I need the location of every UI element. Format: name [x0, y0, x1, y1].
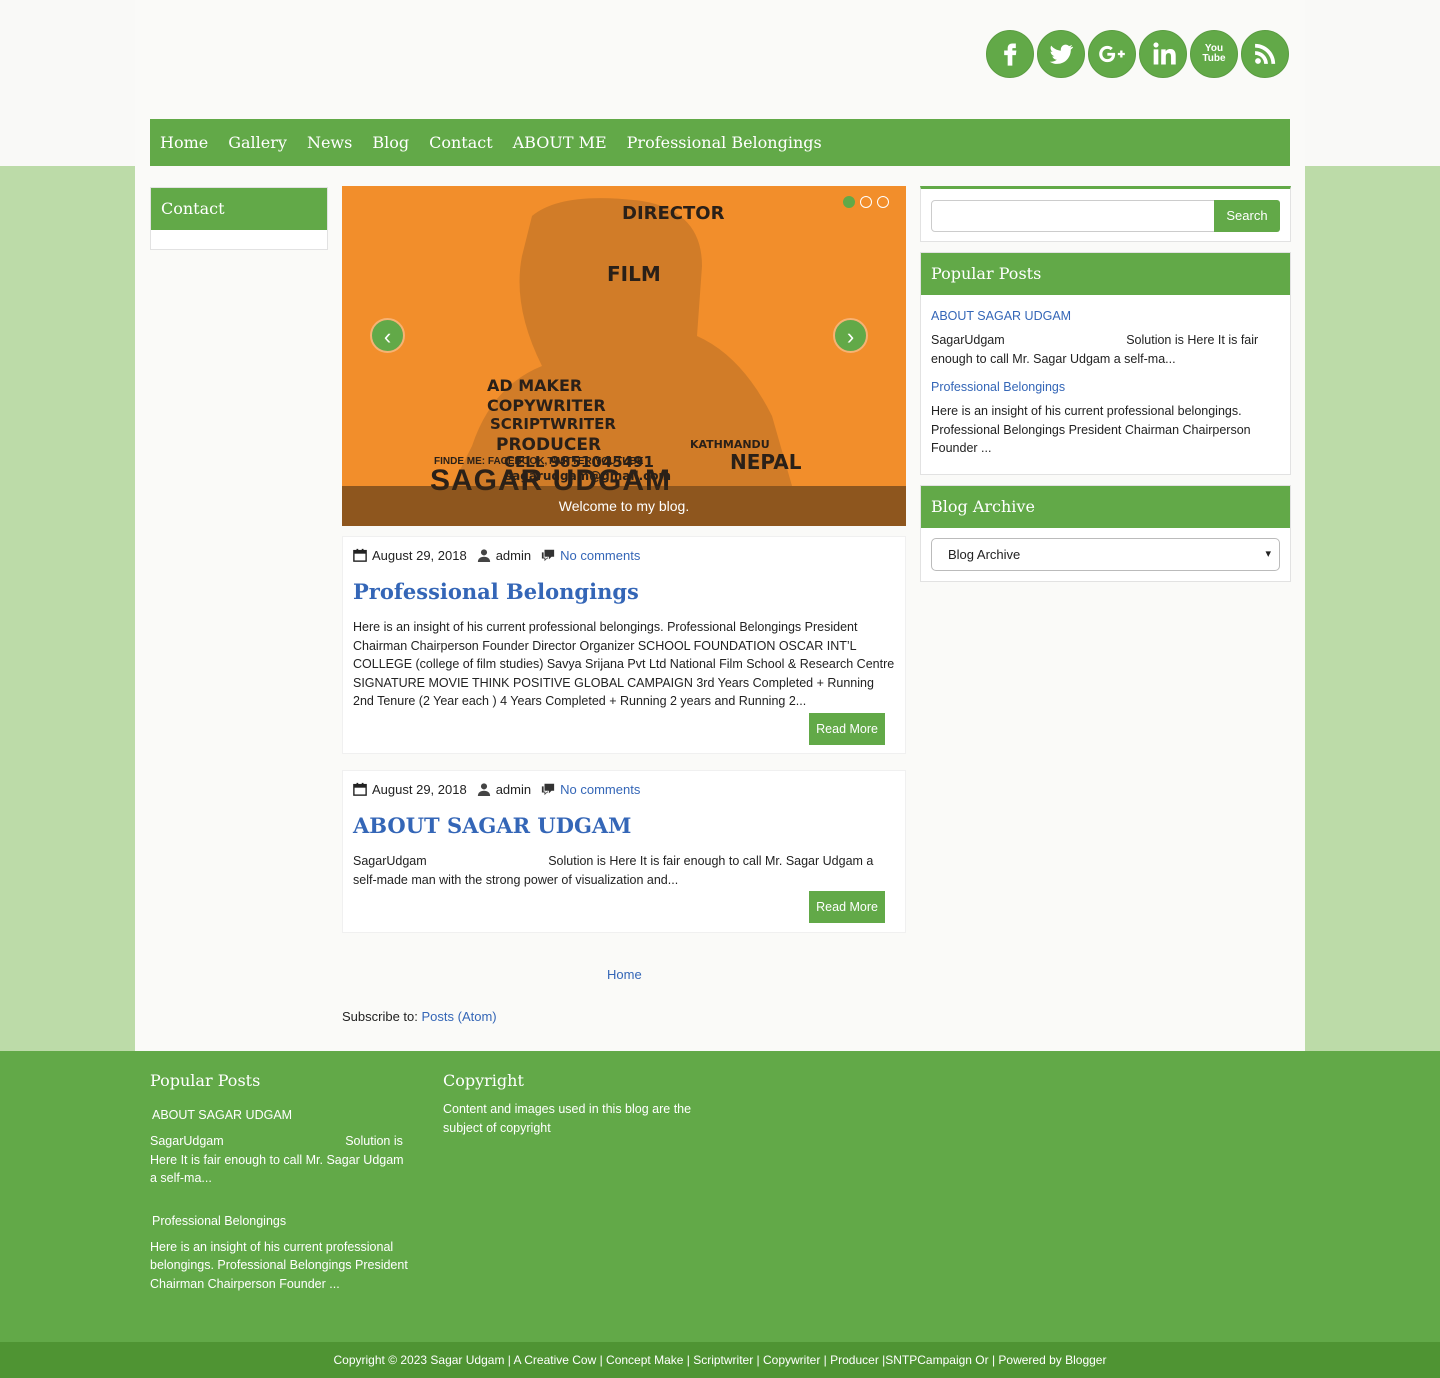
slider-prev-button[interactable]: ‹	[370, 318, 405, 353]
search-button[interactable]: Search	[1214, 200, 1280, 232]
post-comments: No comments	[541, 782, 640, 797]
read-more-button[interactable]: Read More	[809, 713, 885, 745]
post-date-text: August 29, 2018	[372, 547, 467, 563]
search-input[interactable]	[931, 200, 1215, 232]
facebook-icon[interactable]	[986, 30, 1034, 78]
footer-popular-title: Popular Posts	[150, 1071, 261, 1090]
comments-icon	[542, 549, 555, 562]
nav-contact[interactable]: Contact	[429, 133, 493, 152]
copyright-bar: Copyright © 2023 Sagar Udgam | A Creativ…	[0, 1342, 1440, 1378]
subscribe-line: Subscribe to: Posts (Atom)	[342, 1009, 497, 1024]
read-more-button[interactable]: Read More	[809, 891, 885, 923]
comments-icon	[542, 783, 555, 796]
post-comments: No comments	[541, 548, 640, 563]
nav-blog[interactable]: Blog	[372, 133, 409, 152]
popular-post-snippet: SagarUdgam Solution is Here It is fair e…	[931, 333, 1262, 366]
user-icon	[477, 783, 490, 796]
slider-dots	[843, 196, 889, 208]
nav-gallery[interactable]: Gallery	[228, 133, 287, 152]
art-film: FILM	[607, 262, 661, 286]
popular-post-snippet: Here is an insight of his current profes…	[931, 404, 1251, 455]
chevron-down-icon: ▾	[1265, 548, 1271, 560]
slider-dot[interactable]	[860, 196, 872, 208]
post-meta: August 29, 2018 admin No comments	[353, 771, 895, 807]
post-title[interactable]: Professional Belongings	[353, 579, 895, 604]
post-card: August 29, 2018 admin No comments Profes…	[342, 536, 906, 754]
footer-copyright-text: Content and images used in this blog are…	[443, 1102, 692, 1135]
art-director: DIRECTOR	[622, 203, 725, 224]
footer: Popular Posts ABOUT SAGAR UDGAM SagarUdg…	[0, 1051, 1440, 1342]
search-widget: Search	[920, 186, 1291, 242]
linkedin-icon[interactable]	[1139, 30, 1187, 78]
slider-next-button[interactable]: ›	[833, 318, 868, 353]
blog-archive-select[interactable]: Blog Archive ▾	[931, 538, 1280, 571]
slide-image: DIRECTOR FILM AD MAKER COPYWRITER SCRIPT…	[452, 198, 802, 486]
footer-popular-snippet: Here is an insight of his current profes…	[150, 1239, 408, 1291]
social-icons: You Tube	[986, 30, 1289, 78]
nav-home[interactable]: Home	[160, 133, 208, 152]
nav-news[interactable]: News	[307, 133, 352, 152]
twitter-icon[interactable]	[1037, 30, 1085, 78]
post-date: August 29, 2018	[353, 782, 467, 797]
post-meta: August 29, 2018 admin No comments	[353, 537, 895, 573]
footer-popular-snippet: SagarUdgam Solution is Here It is fair e…	[150, 1134, 408, 1185]
popular-post-link[interactable]: Professional Belongings	[931, 380, 1280, 394]
image-slider: DIRECTOR FILM AD MAKER COPYWRITER SCRIPT…	[342, 186, 906, 526]
nav-about-me[interactable]: ABOUT ME	[513, 133, 607, 152]
footer-popular-posts: Popular Posts ABOUT SAGAR UDGAM SagarUdg…	[150, 1071, 410, 1319]
blog-archive-select-value: Blog Archive	[948, 547, 1021, 562]
youtube-icon[interactable]: You Tube	[1190, 30, 1238, 78]
calendar-icon	[353, 782, 367, 796]
post-author-text: admin	[495, 547, 532, 563]
pager-home-link[interactable]: Home	[607, 967, 642, 982]
post-comments-link[interactable]: No comments	[560, 548, 640, 563]
post-excerpt: Here is an insight of his current profes…	[353, 620, 895, 708]
blog-archive-title: Blog Archive	[921, 486, 1290, 528]
footer-popular-link[interactable]: ABOUT SAGAR UDGAM	[152, 1108, 410, 1122]
post-author: admin	[477, 548, 531, 563]
footer-copyright: Copyright Content and images used in thi…	[443, 1071, 703, 1163]
main-nav: Home Gallery News Blog Contact ABOUT ME …	[150, 119, 1290, 166]
art-producer: PRODUCER	[496, 435, 601, 455]
chevron-left-icon: ‹	[383, 324, 392, 349]
post-date: August 29, 2018	[353, 548, 467, 563]
youtube-icon-label: You Tube	[1202, 43, 1226, 64]
post-date-text: August 29, 2018	[372, 781, 467, 797]
user-icon	[477, 549, 490, 562]
post-author-text: admin	[495, 781, 532, 797]
post-title[interactable]: ABOUT SAGAR UDGAM	[353, 813, 895, 838]
nav-professional-belongings[interactable]: Professional Belongings	[627, 133, 822, 152]
slider-dot[interactable]	[843, 196, 855, 208]
post-author: admin	[477, 782, 531, 797]
footer-copyright-title: Copyright	[443, 1071, 524, 1090]
footer-popular-link[interactable]: Professional Belongings	[152, 1214, 410, 1228]
calendar-icon	[353, 548, 367, 562]
google-plus-icon[interactable]	[1088, 30, 1136, 78]
blog-archive-widget: Blog Archive Blog Archive ▾	[920, 485, 1291, 582]
art-copywriter: COPYWRITER	[487, 396, 606, 415]
contact-widget: Contact	[150, 187, 328, 250]
subscribe-label: Subscribe to:	[342, 1009, 422, 1024]
slider-caption: Welcome to my blog.	[342, 486, 906, 526]
post-comments-link[interactable]: No comments	[560, 782, 640, 797]
popular-posts-title: Popular Posts	[921, 253, 1290, 295]
chevron-right-icon: ›	[846, 324, 855, 349]
popular-posts-widget: Popular Posts ABOUT SAGAR UDGAM SagarUdg…	[920, 252, 1291, 475]
art-ad-maker: AD MAKER	[487, 376, 582, 395]
rss-icon[interactable]	[1241, 30, 1289, 78]
subscribe-atom-link[interactable]: Posts (Atom)	[422, 1009, 497, 1024]
art-scriptwriter: SCRIPTWRITER	[490, 415, 616, 433]
post-excerpt: SagarUdgam Solution is Here It is fair e…	[353, 854, 877, 887]
popular-post-link[interactable]: ABOUT SAGAR UDGAM	[931, 309, 1280, 323]
slider-dot[interactable]	[877, 196, 889, 208]
post-card: August 29, 2018 admin No comments ABOUT …	[342, 770, 906, 933]
contact-widget-title: Contact	[151, 188, 327, 230]
